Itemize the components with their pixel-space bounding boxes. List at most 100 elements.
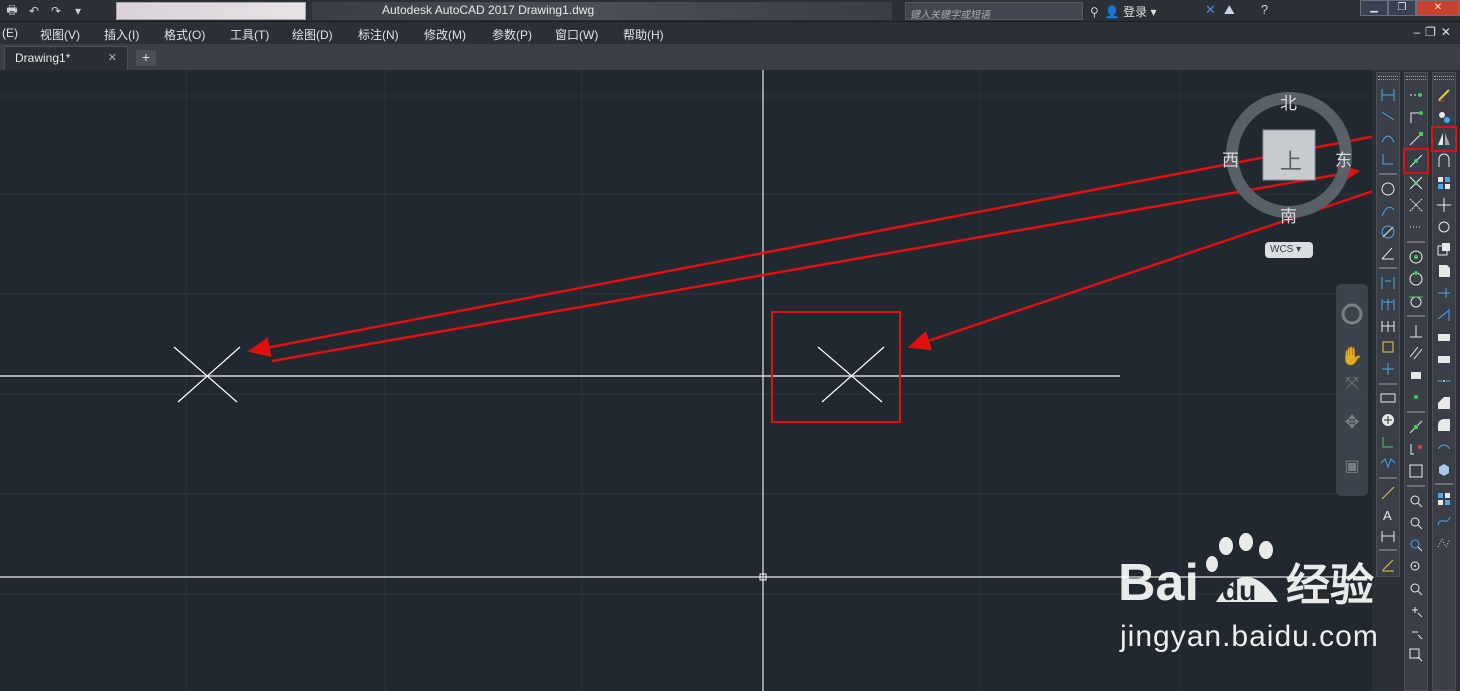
snap-intersection-icon[interactable] <box>1406 173 1426 193</box>
mirror-icon[interactable] <box>1431 126 1457 152</box>
temp-track-icon[interactable] <box>1406 85 1426 105</box>
close-icon[interactable]: ✕ <box>1416 0 1460 16</box>
tolerance-icon[interactable] <box>1378 389 1398 409</box>
snap-perpendicular-icon[interactable] <box>1406 321 1426 341</box>
compass-north[interactable]: 北 <box>1280 89 1297 114</box>
zoom-scale-icon[interactable] <box>1406 535 1426 555</box>
redo-icon[interactable]: ↷ <box>48 4 64 18</box>
snap-endpoint-icon[interactable] <box>1406 129 1426 149</box>
login-button[interactable]: ⚲ 👤 登录 ▾ <box>1090 3 1156 20</box>
menu-view[interactable]: 视图(V) <box>40 26 80 43</box>
move-icon[interactable] <box>1434 195 1454 215</box>
showmotion-icon[interactable]: ▣ <box>1340 454 1364 478</box>
snap-node-icon[interactable] <box>1406 387 1426 407</box>
snap-parallel-icon[interactable] <box>1406 343 1426 363</box>
binoculars-icon[interactable]: ⚲ <box>1090 5 1099 19</box>
mdi-controls[interactable]: –❐✕ <box>1414 25 1457 39</box>
menu-format[interactable]: 格式(O) <box>164 26 205 43</box>
trim-icon[interactable] <box>1434 283 1454 303</box>
copy-icon[interactable] <box>1434 107 1454 127</box>
menu-tools[interactable]: 工具(T) <box>230 26 269 43</box>
dim-break-icon[interactable] <box>1378 359 1398 379</box>
jogged-dim-icon[interactable] <box>1378 201 1398 221</box>
jogged-linear-icon[interactable] <box>1378 453 1398 473</box>
join-icon[interactable] <box>1434 371 1454 391</box>
menu-parameter[interactable]: 参数(P) <box>492 26 532 43</box>
aligned-dim-icon[interactable] <box>1378 106 1398 126</box>
zoom-center-icon[interactable] <box>1406 557 1426 577</box>
extend-icon[interactable] <box>1434 305 1454 325</box>
exchange-icon[interactable]: ✕ <box>1205 2 1216 18</box>
menu-window[interactable]: 窗口(W) <box>555 26 598 43</box>
break-icon[interactable] <box>1434 349 1454 369</box>
compass-south[interactable]: 南 <box>1280 202 1297 227</box>
array-icon[interactable] <box>1434 173 1454 193</box>
diameter-dim-icon[interactable] <box>1378 222 1398 242</box>
snap-none-icon[interactable] <box>1406 439 1426 459</box>
snap-from-icon[interactable] <box>1406 107 1426 127</box>
snap-extension-icon[interactable] <box>1406 217 1426 237</box>
snap-nearest-icon[interactable] <box>1406 417 1426 437</box>
arc-length-icon[interactable] <box>1378 128 1398 148</box>
menu-modify[interactable]: 修改(M) <box>424 26 466 43</box>
snap-midpoint-icon[interactable] <box>1403 148 1429 174</box>
edit-spline-icon[interactable] <box>1434 511 1454 531</box>
chamfer-icon[interactable] <box>1434 393 1454 413</box>
compass-east[interactable]: 东 <box>1335 146 1352 171</box>
rotate-icon[interactable] <box>1434 217 1454 237</box>
zoom-object-icon[interactable] <box>1406 579 1426 599</box>
minimize-icon[interactable]: ▁ <box>1360 0 1388 16</box>
zoom-window-icon[interactable] <box>1406 491 1426 511</box>
baseline-dim-icon[interactable] <box>1378 295 1398 315</box>
undo-icon[interactable]: ↶ <box>26 4 42 18</box>
stretch-icon[interactable] <box>1434 261 1454 281</box>
tab-drawing1[interactable]: Drawing1* ✕ <box>4 46 128 70</box>
steering-wheel-icon[interactable] <box>1340 302 1364 326</box>
menu-help[interactable]: 帮助(H) <box>623 26 664 43</box>
inspect-icon[interactable] <box>1378 432 1398 452</box>
snap-insert-icon[interactable] <box>1406 365 1426 385</box>
menu-draw[interactable]: 绘图(D) <box>292 26 333 43</box>
new-tab-button[interactable]: + <box>136 50 156 66</box>
pan-icon[interactable]: ✋ <box>1340 344 1364 368</box>
search-input[interactable]: 键入关键字或短语 <box>905 2 1083 21</box>
toolbar-grip[interactable] <box>1406 76 1426 80</box>
offset-icon[interactable] <box>1434 151 1454 171</box>
ordinate-dim-icon[interactable] <box>1378 150 1398 170</box>
edit-array-icon[interactable] <box>1434 489 1454 509</box>
linear-dim-icon[interactable] <box>1378 85 1398 105</box>
orbit-icon[interactable]: ✥ <box>1340 410 1364 434</box>
zoom-extents-icon[interactable]: ⤧ <box>1340 372 1364 396</box>
dim-edit-icon[interactable] <box>1378 483 1398 503</box>
snap-tangent-icon[interactable] <box>1406 291 1426 311</box>
center-mark-icon[interactable] <box>1378 410 1398 430</box>
viewcube-top-label[interactable]: 上 <box>1280 144 1302 176</box>
qat-dropdown-icon[interactable]: ▾ <box>70 4 86 18</box>
snap-apparent-int-icon[interactable] <box>1406 195 1426 215</box>
compass-west[interactable]: 西 <box>1222 146 1239 171</box>
zoom-out-icon[interactable] <box>1406 623 1426 643</box>
dim-space-icon[interactable] <box>1378 338 1398 358</box>
snap-quadrant-icon[interactable] <box>1406 269 1426 289</box>
fillet-icon[interactable] <box>1434 415 1454 435</box>
snap-center-icon[interactable] <box>1406 247 1426 267</box>
menu-dimension[interactable]: 标注(N) <box>358 26 399 43</box>
quick-dim-icon[interactable] <box>1378 273 1398 293</box>
close-tab-icon[interactable]: ✕ <box>108 51 117 64</box>
toolbar-grip[interactable] <box>1378 76 1398 80</box>
menu-insert[interactable]: 插入(I) <box>104 26 139 43</box>
angular-dim-icon[interactable] <box>1378 244 1398 264</box>
print-icon[interactable]: 🖶 <box>4 1 20 22</box>
help-icon[interactable]: ? <box>1261 2 1268 18</box>
scale-icon[interactable] <box>1434 239 1454 259</box>
restore-icon[interactable]: ❐ <box>1388 0 1416 16</box>
blend-curves-icon[interactable] <box>1434 437 1454 457</box>
autodesk-a360-icon[interactable]: ⛰ <box>1224 2 1235 18</box>
toolbar-grip[interactable] <box>1434 76 1454 80</box>
edit-polyline-icon[interactable] <box>1434 533 1454 553</box>
break-at-point-icon[interactable] <box>1434 327 1454 347</box>
osnap-settings-icon[interactable] <box>1406 461 1426 481</box>
zoom-all-icon[interactable] <box>1406 645 1426 665</box>
menu-edit[interactable]: (E) <box>2 26 18 40</box>
explode-icon[interactable] <box>1434 459 1454 479</box>
